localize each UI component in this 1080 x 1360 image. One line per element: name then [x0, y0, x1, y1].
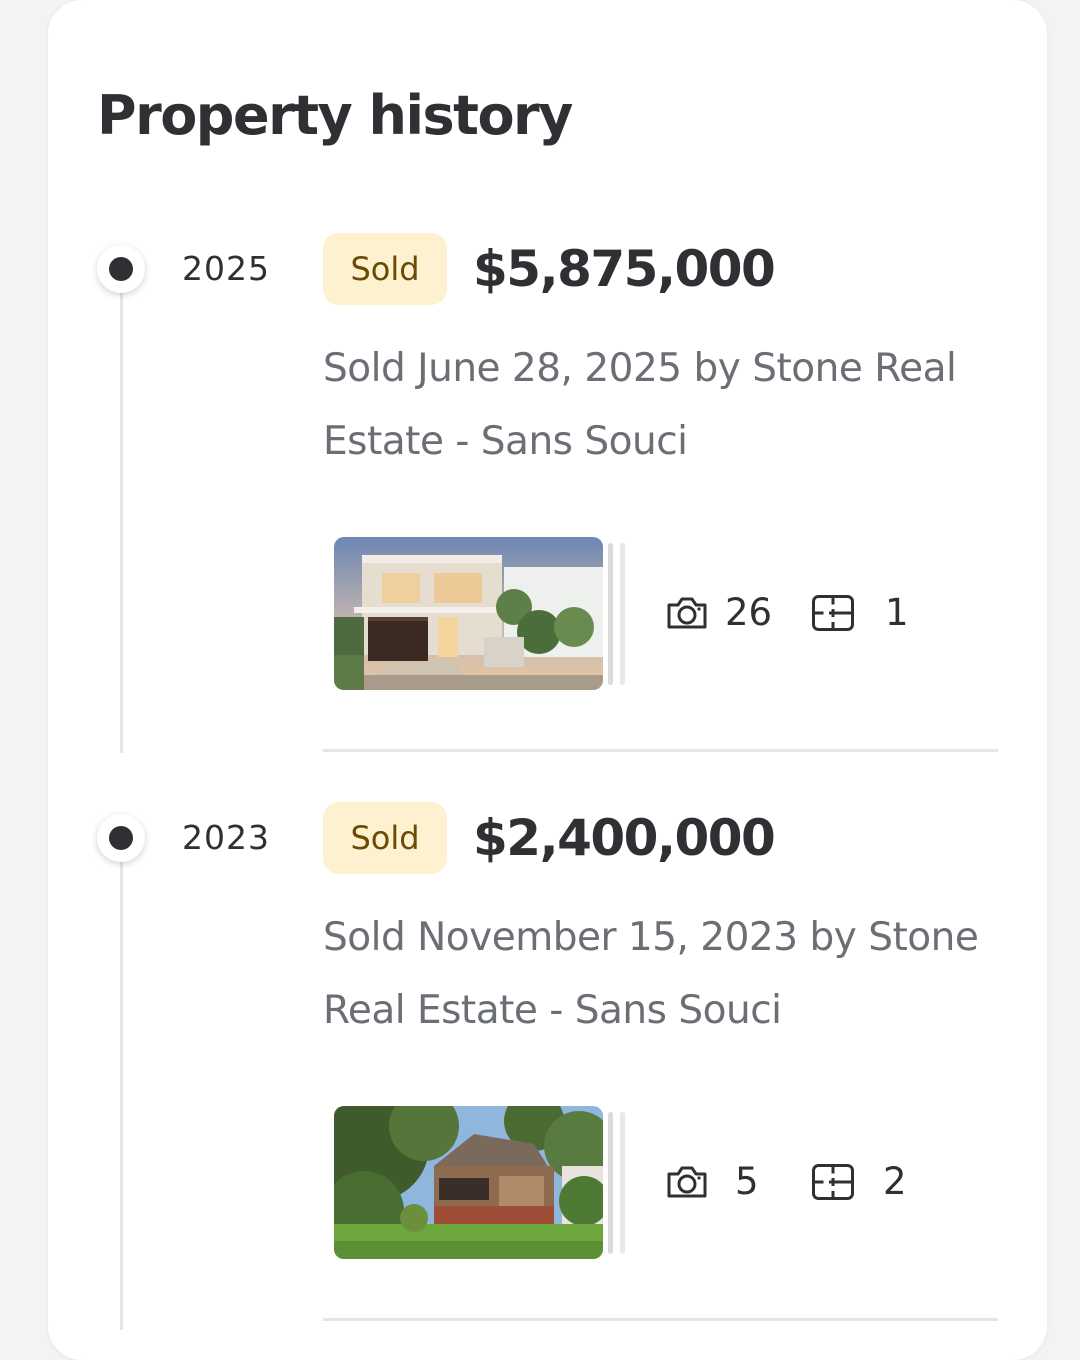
gallery-stack-edge — [608, 1112, 613, 1254]
camera-icon — [667, 597, 707, 629]
photo-count[interactable]: 5 — [665, 1157, 759, 1207]
floorplan-icon — [812, 1164, 854, 1200]
history-year: 2025 — [182, 249, 270, 288]
history-year: 2023 — [182, 818, 270, 857]
sale-price: $2,400,000 — [473, 809, 776, 867]
photo-count-value: 26 — [725, 591, 773, 634]
listing-gallery[interactable] — [334, 1106, 631, 1260]
floorplan-count-value: 2 — [883, 1160, 907, 1203]
modern-house-image — [334, 537, 603, 690]
property-history-card: Property history 2025 Sold $5,875,000 So… — [48, 0, 1047, 1360]
camera-icon — [667, 1166, 707, 1198]
sale-description: Sold June 28, 2025 by Stone Real Estate … — [323, 346, 957, 464]
section-title: Property history — [97, 84, 573, 147]
property-thumbnail[interactable] — [334, 1106, 603, 1259]
entry-divider — [323, 1318, 998, 1321]
sale-description: Sold November 15, 2023 by Stone Real Est… — [323, 915, 979, 1033]
photo-count[interactable]: 26 — [665, 588, 772, 638]
floorplan-count[interactable]: 1 — [811, 588, 909, 638]
listing-gallery[interactable] — [334, 537, 631, 691]
floorplan-count-value: 1 — [885, 591, 909, 634]
gallery-stack-edge — [620, 543, 625, 685]
floorplan-icon — [812, 595, 854, 631]
timeline-dot — [97, 245, 145, 293]
status-badge: Sold — [323, 802, 447, 874]
timeline-line — [120, 290, 123, 753]
timeline-line — [120, 860, 123, 1330]
status-badge: Sold — [323, 233, 447, 305]
older-house-image — [334, 1106, 603, 1259]
property-thumbnail[interactable] — [334, 537, 603, 690]
gallery-stack-edge — [608, 543, 613, 685]
timeline-dot — [97, 814, 145, 862]
photo-count-value: 5 — [735, 1160, 759, 1203]
entry-divider — [323, 749, 998, 752]
sale-price: $5,875,000 — [473, 240, 776, 298]
gallery-stack-edge — [620, 1112, 625, 1254]
floorplan-count[interactable]: 2 — [811, 1157, 907, 1207]
